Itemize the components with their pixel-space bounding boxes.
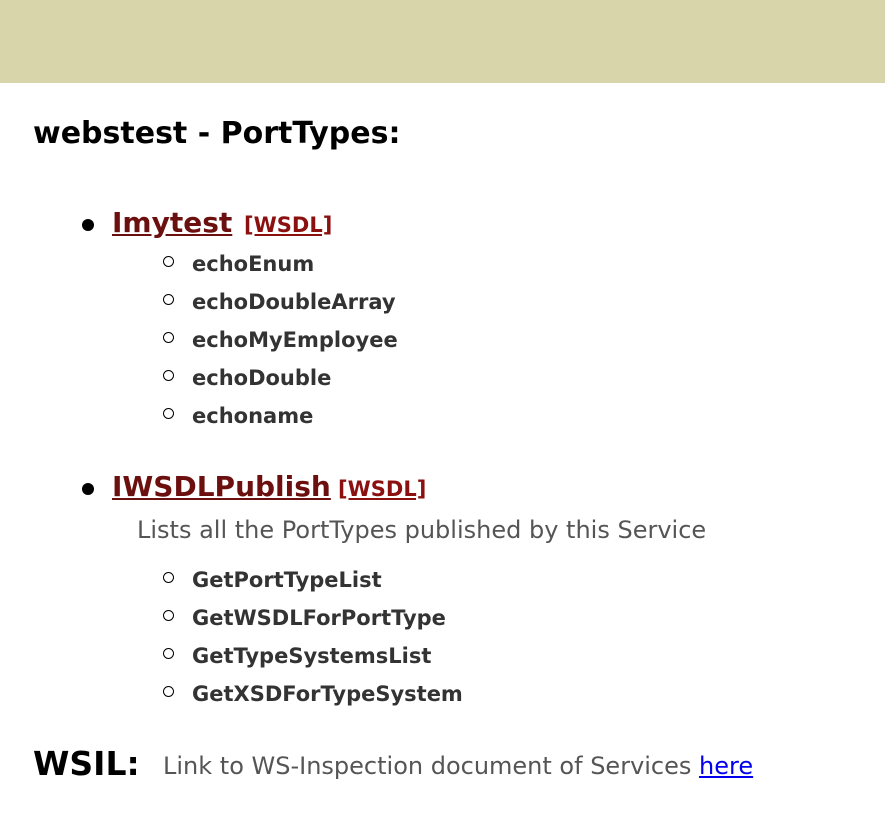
operation-label: GetWSDLForPortType	[192, 606, 446, 630]
circle-bullet-icon	[163, 332, 174, 343]
operation-label: echoEnum	[192, 252, 315, 276]
wsil-text: Link to WS-Inspection document of Servic…	[163, 752, 692, 780]
circle-bullet-icon	[163, 294, 174, 305]
wsdl-link-imytest[interactable]: [WSDL]	[244, 211, 332, 239]
circle-bullet-icon	[163, 686, 174, 697]
operation-label: echoDouble	[192, 366, 332, 390]
wsil-here-link[interactable]: here	[699, 752, 753, 780]
list-item: echoDoubleArray	[0, 288, 885, 326]
circle-bullet-icon	[163, 572, 174, 583]
porttype-description: Lists all the PortTypes published by thi…	[137, 516, 707, 544]
list-item: echoname	[0, 402, 885, 440]
wsdl-link-iwsdlpublish[interactable]: [WSDL]	[338, 475, 426, 503]
operation-label: GetTypeSystemsList	[192, 644, 432, 668]
bullet-icon	[82, 483, 94, 495]
list-item: GetWSDLForPortType	[0, 604, 885, 642]
list-item: echoMyEmployee	[0, 326, 885, 364]
list-item: echoEnum	[0, 250, 885, 288]
operation-label: echoname	[192, 404, 314, 428]
operation-label: echoMyEmployee	[192, 328, 398, 352]
circle-bullet-icon	[163, 370, 174, 381]
circle-bullet-icon	[163, 648, 174, 659]
header-band	[0, 0, 885, 83]
porttype-link-imytest[interactable]: Imytest	[112, 205, 232, 241]
list-item: echoDouble	[0, 364, 885, 402]
list-item: GetPortTypeList	[0, 566, 885, 604]
circle-bullet-icon	[163, 610, 174, 621]
operation-label: echoDoubleArray	[192, 290, 396, 314]
porttype-link-iwsdlpublish[interactable]: IWSDLPublish	[112, 469, 331, 505]
operation-label: GetPortTypeList	[192, 568, 382, 592]
list-item: GetTypeSystemsList	[0, 642, 885, 680]
wsil-description: Link to WS-Inspection document of Servic…	[163, 751, 753, 781]
list-item: GetXSDForTypeSystem	[0, 680, 885, 718]
bullet-icon	[82, 219, 94, 231]
page-title: webstest - PortTypes:	[33, 116, 401, 151]
circle-bullet-icon	[163, 256, 174, 267]
circle-bullet-icon	[163, 408, 174, 419]
wsil-label: WSIL:	[33, 744, 140, 783]
operation-label: GetXSDForTypeSystem	[192, 682, 463, 706]
